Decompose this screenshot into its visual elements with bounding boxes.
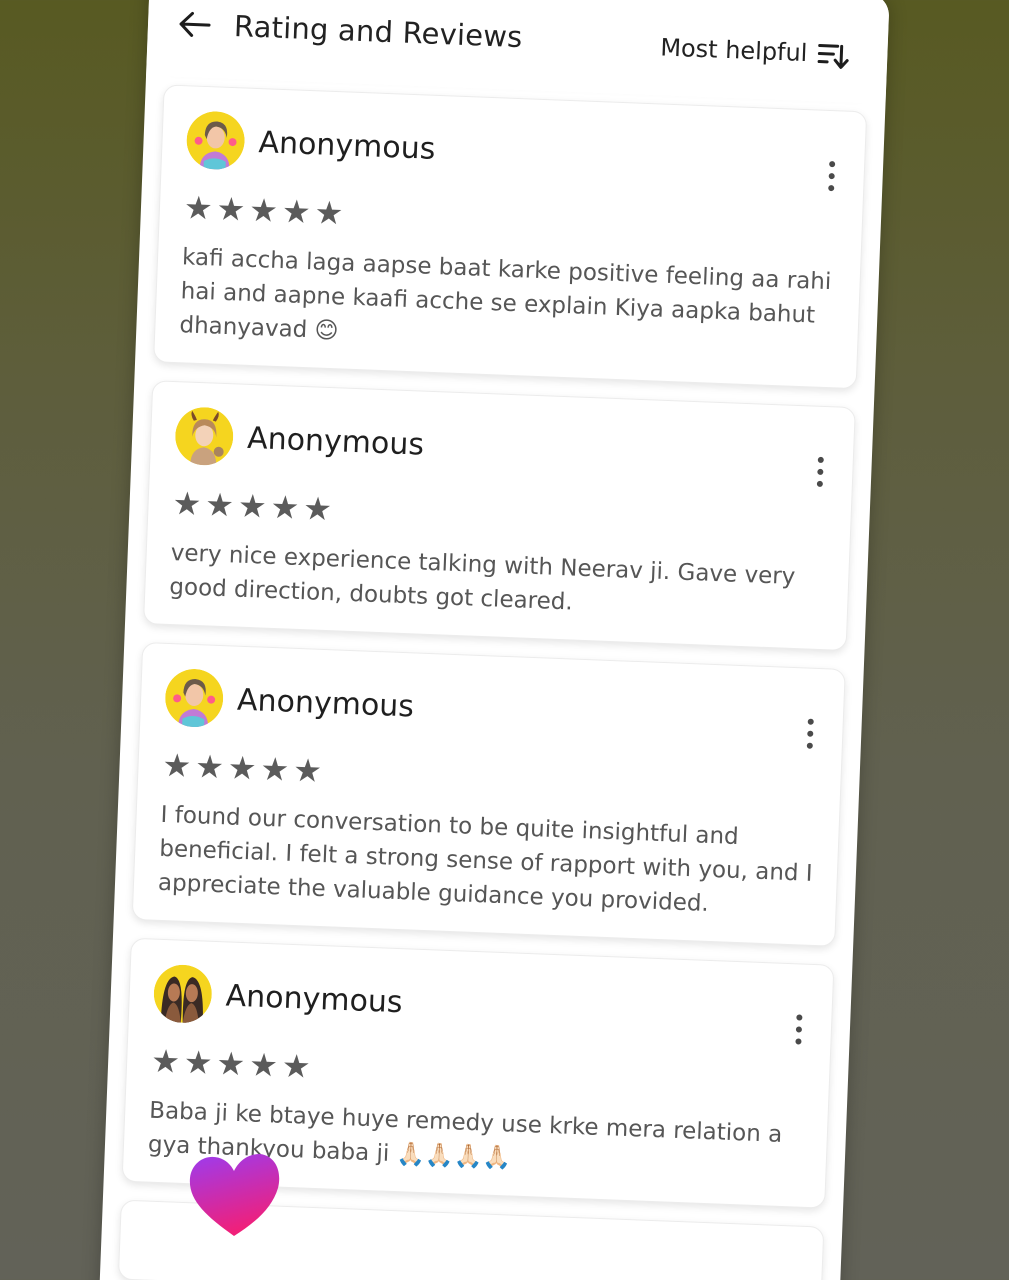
reviewer-name: Anonymous bbox=[246, 420, 425, 463]
back-button[interactable] bbox=[175, 9, 212, 40]
sort-descending-icon bbox=[817, 44, 849, 69]
more-options-button[interactable] bbox=[788, 1014, 809, 1045]
star-rating: ★★★★★ bbox=[171, 484, 337, 529]
avatar bbox=[174, 406, 234, 466]
sort-dropdown[interactable]: Most helpful bbox=[660, 33, 808, 67]
more-vertical-icon bbox=[829, 161, 836, 168]
avatar-girl-flowers-icon bbox=[165, 669, 224, 728]
star-rating: ★★★★★ bbox=[161, 745, 327, 791]
review-card: Anonymous ★★★★★ I found our conversation… bbox=[131, 641, 846, 947]
avatar bbox=[186, 110, 246, 170]
more-options-button[interactable] bbox=[821, 161, 842, 192]
more-options-button[interactable] bbox=[810, 456, 831, 488]
app-screen: Rating and Reviews Most helpful Anonymou… bbox=[98, 0, 890, 1280]
review-text: I found our conversation to be quite ins… bbox=[157, 801, 814, 917]
avatar-girl-flowers-icon bbox=[186, 111, 245, 170]
star-rating: ★★★★★ bbox=[183, 188, 349, 233]
more-vertical-icon bbox=[796, 1014, 803, 1021]
page-title: Rating and Reviews bbox=[233, 9, 524, 55]
arrow-left-icon bbox=[179, 11, 211, 37]
avatar bbox=[153, 964, 213, 1024]
reviews-list[interactable]: Anonymous ★★★★★ kafi accha laga aapse ba… bbox=[99, 84, 885, 1280]
review-card: Anonymous ★★★★★ kafi accha laga aapse ba… bbox=[153, 84, 868, 390]
review-card: Anonymous ★★★★★ very nice experience tal… bbox=[143, 380, 856, 652]
sort-icon-button[interactable] bbox=[817, 41, 850, 70]
heart-sticker-icon bbox=[189, 1154, 280, 1236]
more-options-button[interactable] bbox=[800, 718, 821, 749]
review-text: very nice experience talking with Neerav… bbox=[168, 540, 796, 616]
avatar-two-girls-icon bbox=[153, 964, 212, 1024]
reviewer-name: Anonymous bbox=[225, 977, 404, 1020]
more-vertical-icon bbox=[817, 456, 824, 464]
avatar-girl-horns-icon bbox=[175, 407, 234, 466]
star-rating: ★★★★★ bbox=[150, 1041, 316, 1086]
reviewer-name: Anonymous bbox=[257, 124, 437, 167]
more-vertical-icon bbox=[807, 718, 814, 725]
reviewer-name: Anonymous bbox=[236, 682, 415, 724]
review-text: kafi accha laga aapse baat karke positiv… bbox=[178, 244, 832, 345]
avatar bbox=[164, 668, 224, 728]
